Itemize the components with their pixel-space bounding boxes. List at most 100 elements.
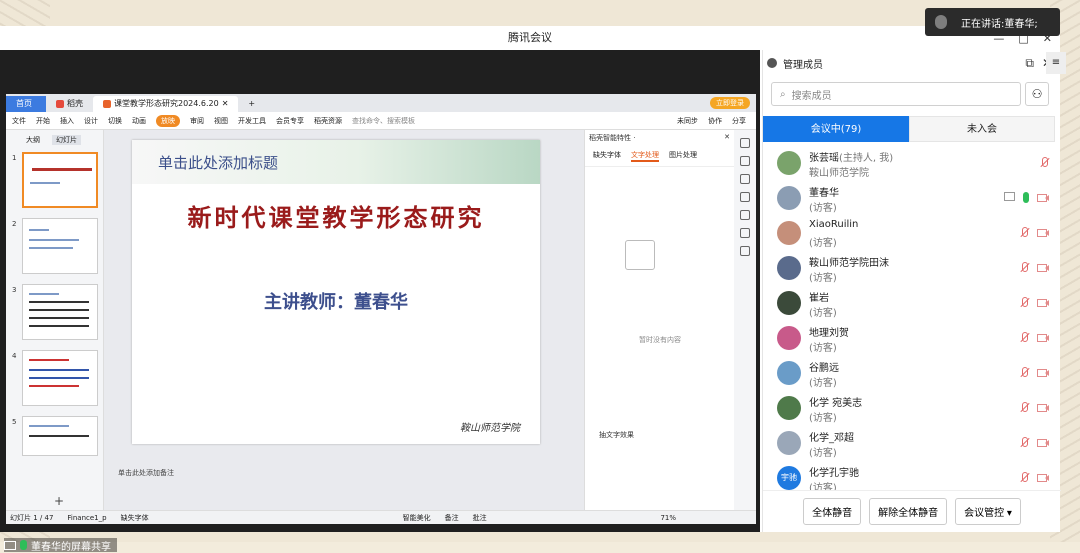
share-button[interactable]: 分享 <box>732 116 746 126</box>
invite-member-button[interactable]: ⚇ <box>1025 82 1049 106</box>
tab-docer[interactable]: 稻壳 <box>46 96 93 112</box>
slide-banner-title[interactable]: 单击此处添加标题 <box>158 152 278 173</box>
thumb-line <box>29 385 79 387</box>
mic-muted-icon[interactable] <box>1019 262 1029 274</box>
tool-icon[interactable] <box>740 228 750 238</box>
menu-insert[interactable]: 插入 <box>60 116 74 126</box>
mic-on-icon[interactable] <box>1023 192 1029 203</box>
member-row[interactable]: 地理刘贺 (访客) <box>763 321 1061 356</box>
mic-muted-icon[interactable] <box>1019 437 1029 449</box>
tab-slides[interactable]: 幻灯片 <box>52 135 81 145</box>
menu-icon[interactable]: ≡ <box>1046 52 1066 74</box>
camera-off-icon[interactable] <box>1037 227 1049 237</box>
camera-off-icon[interactable] <box>1037 262 1049 272</box>
camera-off-icon[interactable] <box>1037 367 1049 377</box>
tab-text-processing[interactable]: 文字处理 <box>631 150 659 162</box>
thumbnail-pane: 大纲 幻灯片 1 2 3 4 5 + <box>6 130 104 510</box>
tab-outline[interactable]: 大纲 <box>26 135 40 145</box>
slide-thumbnail[interactable] <box>22 416 98 456</box>
tab-home[interactable]: 首页 <box>6 96 46 112</box>
unmute-all-button[interactable]: 解除全体静音 <box>869 498 948 525</box>
mic-muted-icon[interactable] <box>1019 297 1029 309</box>
menu-devtools[interactable]: 开发工具 <box>238 116 266 126</box>
members-tabs: 会议中(79) 未入会 <box>763 116 1055 142</box>
menu-file[interactable]: 文件 <box>12 116 26 126</box>
tab-document[interactable]: 课堂教学形态研究2024.6.20 ✕ <box>93 96 239 112</box>
tab-image-processing[interactable]: 图片处理 <box>669 150 697 162</box>
menu-start[interactable]: 开始 <box>36 116 50 126</box>
ppt-icon <box>103 100 111 108</box>
new-tab-button[interactable]: + <box>238 96 265 112</box>
menu-review[interactable]: 审阅 <box>190 116 204 126</box>
menu-view[interactable]: 视图 <box>214 116 228 126</box>
member-row[interactable]: 鞍山师范学院田沫 (访客) <box>763 251 1061 286</box>
zoom-level[interactable]: 71% <box>660 514 676 522</box>
mute-all-button[interactable]: 全体静音 <box>803 498 862 525</box>
mic-muted-icon[interactable] <box>1019 402 1029 414</box>
slide-main-title[interactable]: 新时代课堂教学形态研究 <box>132 198 540 233</box>
member-role: 鞍山师范学院 <box>809 168 869 179</box>
member-row[interactable]: 崔岩 (访客) <box>763 286 1061 321</box>
camera-off-icon[interactable] <box>1037 192 1049 202</box>
popout-icon[interactable]: ⧉ <box>1025 56 1034 71</box>
thumb-line <box>29 229 49 231</box>
tool-icon[interactable] <box>740 210 750 220</box>
mic-muted-icon[interactable] <box>1019 332 1029 344</box>
member-row[interactable]: 化学_邓超 (访客) <box>763 426 1061 461</box>
current-slide[interactable]: 单击此处添加标题 新时代课堂教学形态研究 主讲教师：董春华 鞍山师范学院 <box>132 140 540 444</box>
notes-field[interactable]: 单击此处添加备注 <box>104 468 584 480</box>
slide-thumbnail[interactable] <box>22 284 98 340</box>
mic-muted-icon[interactable] <box>1019 367 1029 379</box>
tab-in-meeting[interactable]: 会议中(79) <box>763 116 909 142</box>
command-search[interactable]: 查找命令、搜索模板 <box>352 116 415 126</box>
slide-subtitle[interactable]: 主讲教师：董春华 <box>132 288 540 314</box>
comments-toggle[interactable]: 批注 <box>473 513 487 523</box>
camera-off-icon[interactable] <box>1037 402 1049 412</box>
tool-icon[interactable] <box>740 246 750 256</box>
notes-toggle[interactable]: 备注 <box>445 513 459 523</box>
login-button[interactable]: 立即登录 <box>710 97 750 109</box>
member-row[interactable]: 化学 宛美志 (访客) <box>763 391 1061 426</box>
smart-beautify[interactable]: 智能美化 <box>403 513 431 523</box>
slide-thumbnail[interactable] <box>22 152 98 208</box>
close-icon[interactable]: ✕ <box>724 133 730 143</box>
menu-transition[interactable]: 切换 <box>108 116 122 126</box>
camera-off-icon[interactable] <box>1037 297 1049 307</box>
camera-off-icon[interactable] <box>1037 332 1049 342</box>
extract-text-effect[interactable]: 抽文字效果 <box>599 430 634 440</box>
speaking-indicator: 正在讲话: 董春华; <box>925 8 1060 36</box>
sync-status[interactable]: 未同步 <box>677 116 698 126</box>
slide-thumbnail[interactable] <box>22 350 98 406</box>
missing-font-status[interactable]: 缺失字体 <box>121 513 149 523</box>
tab-not-joined[interactable]: 未入会 <box>909 116 1055 142</box>
close-tab-icon[interactable]: ✕ <box>222 96 229 112</box>
tool-icon[interactable] <box>740 174 750 184</box>
menu-animation[interactable]: 动画 <box>132 116 146 126</box>
member-row[interactable]: 张芸瑶(主持人, 我) 鞍山师范学院 <box>763 146 1061 181</box>
tool-icon[interactable] <box>740 138 750 148</box>
member-row[interactable]: 宇驰 化学孔宇驰 (访客) <box>763 461 1061 490</box>
mic-muted-icon[interactable] <box>1019 227 1029 239</box>
mic-muted-icon[interactable] <box>1039 157 1049 169</box>
menu-docer-resource[interactable]: 稻壳资源 <box>314 116 342 126</box>
tool-icon[interactable] <box>740 192 750 202</box>
camera-off-icon[interactable] <box>1037 437 1049 447</box>
member-search-input[interactable]: ⌕ 搜索成员 <box>771 82 1021 106</box>
meeting-control-button[interactable]: 会议管控 ▾ <box>955 498 1021 525</box>
thumb-line <box>29 301 89 303</box>
member-row[interactable]: 董春华 (访客) <box>763 181 1061 216</box>
add-slide-button[interactable]: + <box>54 494 64 508</box>
member-row[interactable]: XiaoRuilin (访客) <box>763 216 1061 251</box>
menu-design[interactable]: 设计 <box>84 116 98 126</box>
collab-button[interactable]: 协作 <box>708 116 722 126</box>
member-row[interactable]: 谷鹏远 (访客) <box>763 356 1061 391</box>
tool-icon[interactable] <box>740 156 750 166</box>
search-icon: ⌕ <box>780 88 786 100</box>
thumb-line <box>29 247 73 249</box>
menu-member[interactable]: 会员专享 <box>276 116 304 126</box>
tab-missing-fonts[interactable]: 缺失字体 <box>593 150 621 162</box>
slide-thumbnail[interactable] <box>22 218 98 274</box>
mic-muted-icon[interactable] <box>1019 472 1029 484</box>
menu-slideshow[interactable]: 放映 <box>156 114 180 127</box>
camera-off-icon[interactable] <box>1037 472 1049 482</box>
